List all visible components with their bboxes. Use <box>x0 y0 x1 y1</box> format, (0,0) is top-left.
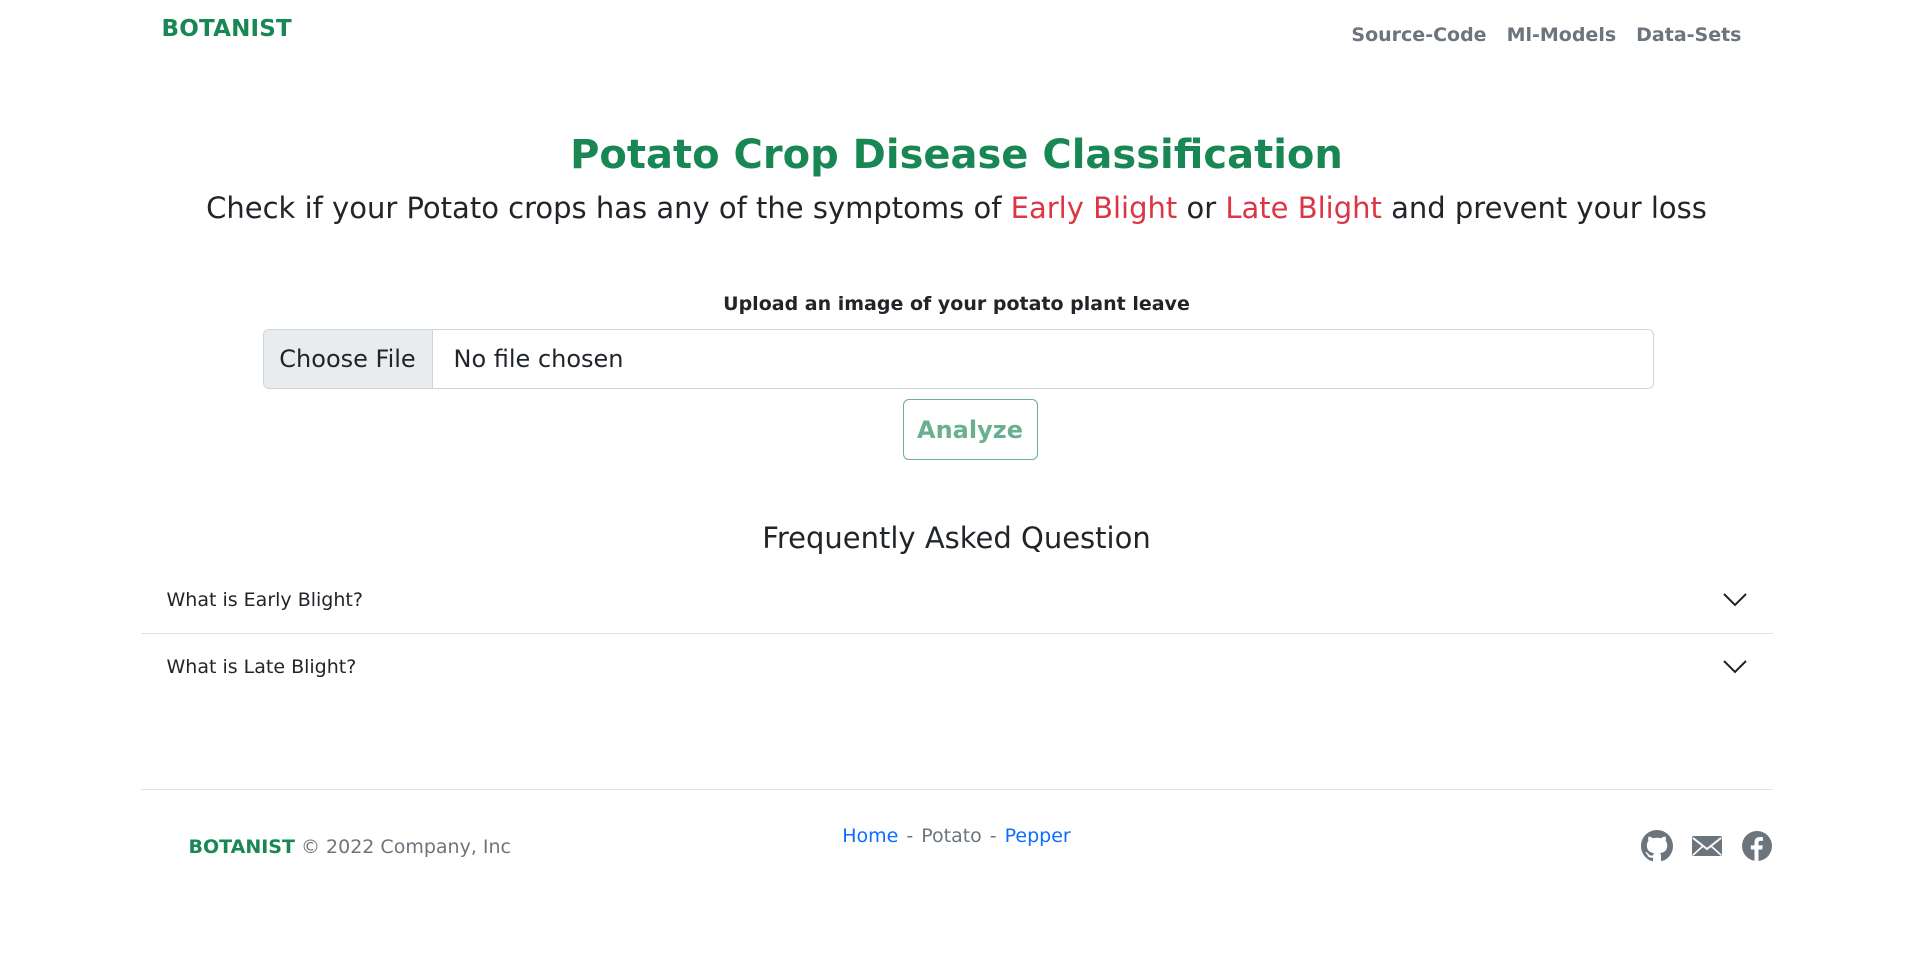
faq-question: What is Early Blight? <box>166 588 363 611</box>
file-input[interactable]: Choose File No file chosen <box>262 329 1654 389</box>
nav-ml-models[interactable]: Ml-Models <box>1507 24 1617 46</box>
faq-accordion: What is Early Blight? What is Late Bligh… <box>140 566 1773 700</box>
subtitle-or: or <box>1177 191 1226 225</box>
footer-link-potato[interactable]: Potato <box>921 825 982 847</box>
faq-title: Frequently Asked Question <box>762 521 1151 555</box>
subtitle-text-start: Check if your Potato crops has any of th… <box>206 191 1011 225</box>
late-blight-highlight: Late Blight <box>1225 191 1382 225</box>
facebook-icon[interactable] <box>1741 830 1773 862</box>
footer-divider <box>140 789 1773 790</box>
faq-question: What is Late Blight? <box>166 656 357 678</box>
page-title: Potato Crop Disease Classification <box>570 132 1343 178</box>
analyze-button[interactable]: Analyze <box>902 399 1038 460</box>
chevron-down-icon[interactable] <box>1722 660 1747 674</box>
chevron-down-icon[interactable] <box>1722 592 1747 607</box>
nav-data-sets[interactable]: Data-Sets <box>1636 24 1741 46</box>
top-nav: Source-Code Ml-Models Data-Sets <box>1351 24 1741 46</box>
file-status-text: No file chosen <box>453 345 624 373</box>
footer-links: Home - Potato - Pepper <box>141 825 1773 847</box>
subtitle-text-end: and prevent your loss <box>1381 191 1707 225</box>
footer-link-pepper[interactable]: Pepper <box>1005 825 1071 847</box>
footer-link-home[interactable]: Home <box>842 825 898 847</box>
faq-item-late-blight[interactable]: What is Late Blight? <box>140 633 1773 700</box>
social-links <box>1640 830 1773 862</box>
early-blight-highlight: Early Blight <box>1010 191 1178 225</box>
choose-file-button[interactable]: Choose File <box>263 330 433 388</box>
nav-source-code[interactable]: Source-Code <box>1351 24 1486 46</box>
footer-separator: - <box>989 825 997 847</box>
faq-item-early-blight[interactable]: What is Early Blight? <box>141 566 1773 633</box>
page-subtitle: Check if your Potato crops has any of th… <box>141 191 1773 225</box>
upload-label: Upload an image of your potato plant lea… <box>723 293 1190 315</box>
brand-logo[interactable]: BOTANIST <box>162 16 292 42</box>
page-container: BOTANIST Source-Code Ml-Models Data-Sets… <box>140 0 1773 953</box>
mail-icon[interactable] <box>1691 830 1723 862</box>
github-icon[interactable] <box>1640 830 1673 862</box>
footer-separator: - <box>906 825 914 847</box>
